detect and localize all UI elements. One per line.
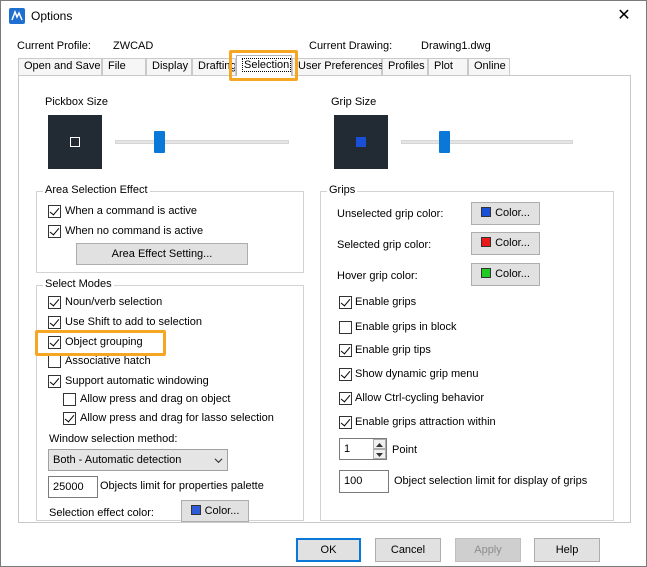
hover-color-swatch — [481, 268, 492, 278]
tab-plot[interactable]: Plot — [428, 58, 468, 75]
selected-grip-color-button[interactable]: Color... — [471, 232, 540, 255]
auto-windowing-checkbox[interactable] — [48, 375, 61, 388]
object-grouping-label: Object grouping — [65, 336, 143, 348]
tab-user-preferences[interactable]: User Preferences — [292, 58, 384, 75]
enable-grips-in-block-label: Enable grips in block — [355, 321, 457, 333]
enable-grips-label: Enable grips — [355, 296, 417, 308]
options-dialog: Options ✕ Current Profile: ZWCAD Current… — [0, 0, 647, 567]
hover-grip-color-button[interactable]: Color... — [471, 263, 540, 286]
use-shift-label: Use Shift to add to selection — [65, 316, 202, 328]
close-icon[interactable]: ✕ — [602, 1, 646, 31]
noun-verb-label: Noun/verb selection — [65, 296, 163, 308]
pickbox-size-group: Pickbox Size — [36, 96, 306, 180]
press-drag-lasso-label: Allow press and drag for lasso selection — [80, 412, 274, 424]
point-label: Point — [392, 444, 418, 456]
associative-hatch-checkbox[interactable] — [48, 355, 61, 368]
use-shift-checkbox[interactable] — [48, 316, 61, 329]
tab-display[interactable]: Display — [146, 58, 192, 75]
pickbox-preview — [48, 115, 102, 169]
noun-verb-checkbox[interactable] — [48, 296, 61, 309]
objects-limit-input[interactable]: 25000 — [48, 476, 98, 498]
chevron-down-icon — [214, 458, 223, 464]
tab-drafting[interactable]: Drafting — [192, 58, 236, 75]
ctrl-cycling-label: Allow Ctrl-cycling behavior — [355, 392, 484, 404]
enable-grips-in-block-checkbox[interactable] — [339, 321, 352, 334]
grips-limit-input[interactable]: 100 — [339, 470, 389, 493]
grips-title: Grips — [327, 184, 358, 196]
objects-limit-label: Objects limit for properties palette — [100, 480, 264, 492]
unselected-grip-label: Unselected grip color: — [337, 208, 444, 220]
window-title: Options — [31, 9, 73, 23]
spin-up-button[interactable] — [373, 439, 386, 449]
spin-down-button[interactable] — [373, 449, 386, 459]
tab-open-and-save[interactable]: Open and Save — [18, 58, 102, 75]
pickbox-size-title: Pickbox Size — [43, 96, 110, 108]
current-profile-value: ZWCAD — [113, 40, 154, 52]
when-no-command-checkbox[interactable] — [48, 225, 61, 238]
selection-panel: Pickbox Size Grip Size Area Selection Ef… — [18, 75, 631, 523]
dynamic-grip-menu-checkbox[interactable] — [339, 368, 352, 381]
grips-limit-label: Object selection limit for display of gr… — [394, 475, 588, 487]
selected-grip-label: Selected grip color: — [337, 239, 432, 251]
grip-size-title: Grip Size — [329, 96, 379, 108]
grip-size-group: Grip Size — [320, 96, 613, 180]
select-modes-title: Select Modes — [43, 278, 114, 290]
ok-button[interactable]: OK — [296, 538, 361, 562]
unselected-grip-color-button[interactable]: Color... — [471, 202, 540, 225]
window-method-select[interactable]: Both - Automatic detection — [48, 449, 228, 471]
grips-attraction-label: Enable grips attraction within — [355, 416, 496, 428]
grips-attraction-checkbox[interactable] — [339, 416, 352, 429]
pickbox-slider-thumb[interactable] — [154, 131, 165, 153]
select-modes-group: Select Modes Noun/verb selection Use Shi… — [36, 278, 304, 522]
when-command-active-label: When a command is active — [65, 205, 198, 217]
cancel-button[interactable]: Cancel — [375, 538, 441, 562]
current-drawing-label: Current Drawing: — [309, 40, 393, 52]
press-drag-object-checkbox[interactable] — [63, 393, 76, 406]
dynamic-grip-menu-label: Show dynamic grip menu — [355, 368, 479, 380]
selected-color-swatch — [481, 237, 492, 247]
tab-file[interactable]: File — [102, 58, 146, 75]
window-method-label: Window selection method: — [49, 433, 178, 445]
when-no-command-label: When no command is active — [65, 225, 204, 237]
press-drag-object-label: Allow press and drag on object — [80, 393, 231, 405]
grip-slider-thumb[interactable] — [439, 131, 450, 153]
effect-color-swatch — [190, 505, 201, 515]
hover-grip-label: Hover grip color: — [337, 270, 418, 282]
when-command-active-checkbox[interactable] — [48, 205, 61, 218]
pickbox-slider-track[interactable] — [115, 140, 289, 144]
tab-selection[interactable]: Selection — [236, 55, 292, 76]
auto-windowing-label: Support automatic windowing — [65, 375, 209, 387]
app-icon — [9, 8, 25, 24]
apply-button[interactable]: Apply — [455, 538, 521, 562]
title-bar[interactable]: Options ✕ — [1, 1, 646, 31]
unselected-color-swatch — [481, 207, 492, 217]
grips-group: Grips Unselected grip color: Color... Se… — [320, 184, 614, 521]
window-method-value: Both - Automatic detection — [53, 454, 182, 466]
effect-color-label: Selection effect color: — [49, 507, 154, 519]
current-profile-label: Current Profile: — [17, 40, 91, 52]
object-grouping-checkbox[interactable] — [48, 336, 61, 349]
enable-grip-tips-checkbox[interactable] — [339, 344, 352, 357]
press-drag-lasso-checkbox[interactable] — [63, 412, 76, 425]
tab-online[interactable]: Online — [468, 58, 510, 75]
ctrl-cycling-checkbox[interactable] — [339, 392, 352, 405]
grip-slider-track[interactable] — [401, 140, 573, 144]
area-selection-title: Area Selection Effect — [43, 184, 150, 196]
effect-color-button[interactable]: Color... — [181, 500, 249, 522]
arrow-up-icon — [376, 443, 383, 447]
help-button[interactable]: Help — [534, 538, 600, 562]
associative-hatch-label: Associative hatch — [65, 355, 151, 367]
arrow-down-icon — [376, 453, 383, 457]
current-drawing-value: Drawing1.dwg — [421, 40, 491, 52]
enable-grips-checkbox[interactable] — [339, 296, 352, 309]
area-effect-setting-button[interactable]: Area Effect Setting... — [76, 243, 248, 265]
area-selection-group: Area Selection Effect When a command is … — [36, 184, 304, 273]
tab-profiles[interactable]: Profiles — [382, 58, 428, 75]
grip-preview — [334, 115, 388, 169]
enable-grip-tips-label: Enable grip tips — [355, 344, 431, 356]
